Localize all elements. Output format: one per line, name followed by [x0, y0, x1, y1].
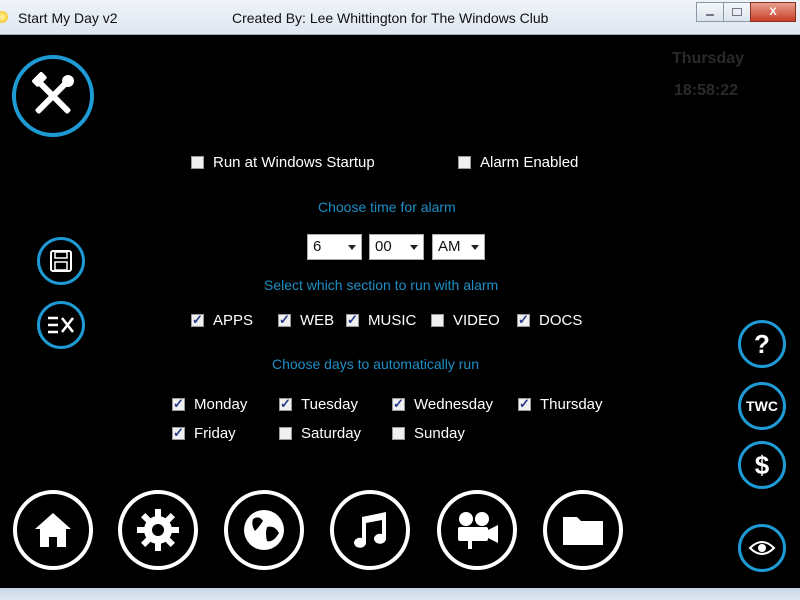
globe-icon: [244, 510, 284, 550]
day-wednesday-checkbox[interactable]: Wednesday: [392, 396, 493, 413]
checkbox-box[interactable]: [458, 156, 471, 169]
maximize-icon: [732, 8, 742, 16]
hour-value: 6: [313, 238, 322, 255]
minimize-icon: [706, 14, 714, 16]
checkbox-box[interactable]: [392, 396, 405, 412]
maximize-button[interactable]: [723, 2, 751, 22]
day-label: Monday: [194, 396, 248, 413]
day-label: Thursday: [540, 396, 603, 413]
window-title: Start My Day v2: [18, 10, 118, 26]
section-label: WEB: [300, 312, 335, 329]
ampm-select[interactable]: AM: [432, 234, 485, 260]
ampm-value: AM: [438, 238, 461, 255]
alarm-enabled-checkbox[interactable]: Alarm Enabled: [458, 154, 578, 171]
view-button[interactable]: [738, 524, 786, 572]
tools-icon: [32, 72, 74, 114]
tools-button[interactable]: [12, 55, 94, 137]
alarm-time-heading: Choose time for alarm: [318, 199, 456, 215]
day-sunday-checkbox[interactable]: Sunday: [392, 425, 465, 442]
section-web-checkbox[interactable]: WEB: [278, 312, 334, 329]
app-icon: [0, 11, 8, 23]
donate-button[interactable]: $: [738, 441, 786, 489]
checkbox-box[interactable]: [431, 314, 444, 327]
minute-select[interactable]: 00: [369, 234, 424, 260]
help-icon: ?: [754, 328, 770, 359]
docs-button[interactable]: [543, 490, 623, 570]
eye-icon: [748, 541, 776, 555]
run-at-startup-checkbox[interactable]: Run at Windows Startup: [191, 154, 375, 171]
sections-heading: Select which section to run with alarm: [264, 277, 499, 293]
chevron-down-icon: [348, 245, 356, 250]
video-button[interactable]: [437, 490, 517, 570]
alarm-enabled-label: Alarm Enabled: [480, 154, 579, 171]
close-button[interactable]: X: [750, 2, 796, 22]
dollar-icon: $: [754, 449, 770, 480]
save-icon: [50, 250, 72, 272]
help-button[interactable]: ?: [738, 320, 786, 368]
web-button[interactable]: [224, 490, 304, 570]
checkbox-box[interactable]: [346, 312, 359, 328]
checkbox-box[interactable]: [518, 396, 531, 412]
day-label: Wednesday: [414, 396, 493, 413]
day-friday-checkbox[interactable]: Friday: [172, 425, 236, 442]
checkbox-box[interactable]: [279, 396, 292, 412]
window-bottom-border: [0, 588, 800, 600]
day-label: Friday: [194, 425, 236, 442]
checkbox-box[interactable]: [172, 425, 185, 441]
hour-select[interactable]: 6: [307, 234, 362, 260]
window-controls: X: [696, 2, 796, 22]
section-label: APPS: [213, 312, 254, 329]
day-tuesday-checkbox[interactable]: Tuesday: [279, 396, 358, 413]
day-label: Sunday: [414, 425, 465, 442]
window-credit: Created By: Lee Whittington for The Wind…: [232, 10, 549, 26]
day-label: Tuesday: [301, 396, 358, 413]
checkbox-box[interactable]: [172, 396, 185, 412]
section-video-checkbox[interactable]: VIDEO: [431, 312, 500, 329]
folder-icon: [563, 517, 603, 545]
music-button[interactable]: [330, 490, 410, 570]
video-camera-icon: [458, 512, 498, 549]
checkbox-box[interactable]: [392, 427, 405, 440]
minute-value: 00: [375, 238, 392, 255]
clock-time: 18:58:22: [674, 82, 739, 99]
gear-icon: [137, 509, 179, 551]
twc-button[interactable]: TWC: [738, 382, 786, 430]
twc-icon: TWC: [746, 398, 778, 414]
minimize-button[interactable]: [696, 2, 724, 22]
section-label: MUSIC: [368, 312, 417, 329]
home-icon: [35, 513, 71, 547]
section-label: VIDEO: [453, 312, 500, 329]
chevron-down-icon: [471, 245, 479, 250]
checkbox-box[interactable]: [278, 312, 291, 328]
checkbox-box[interactable]: [191, 312, 204, 328]
day-monday-checkbox[interactable]: Monday: [172, 396, 247, 413]
day-label: Saturday: [301, 425, 362, 442]
section-music-checkbox[interactable]: MUSIC: [346, 312, 416, 329]
title-bar: Start My Day v2 Created By: Lee Whitting…: [0, 0, 800, 35]
music-icon: [354, 512, 386, 548]
exit-icon: [48, 316, 74, 334]
exit-button[interactable]: [37, 301, 85, 349]
home-button[interactable]: [13, 490, 93, 570]
section-apps-checkbox[interactable]: APPS: [191, 312, 253, 329]
clock-day: Thursday: [672, 50, 745, 67]
days-heading: Choose days to automatically run: [272, 356, 479, 372]
day-thursday-checkbox[interactable]: Thursday: [518, 396, 603, 413]
section-label: DOCS: [539, 312, 583, 329]
settings-button[interactable]: [118, 490, 198, 570]
save-button[interactable]: [37, 237, 85, 285]
section-docs-checkbox[interactable]: DOCS: [517, 312, 582, 329]
day-saturday-checkbox[interactable]: Saturday: [279, 425, 361, 442]
checkbox-box[interactable]: [279, 427, 292, 440]
checkbox-box[interactable]: [191, 156, 204, 169]
run-at-startup-label: Run at Windows Startup: [213, 154, 375, 171]
chevron-down-icon: [410, 245, 418, 250]
checkbox-box[interactable]: [517, 312, 530, 328]
